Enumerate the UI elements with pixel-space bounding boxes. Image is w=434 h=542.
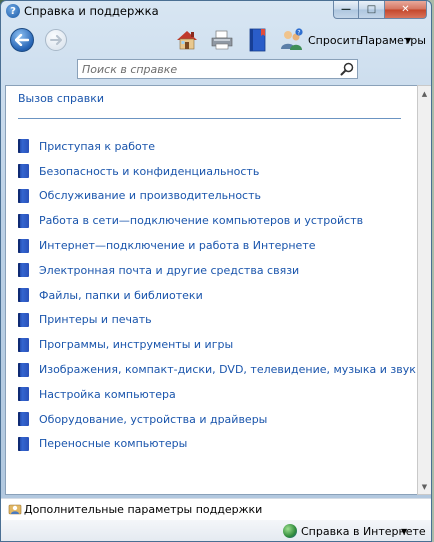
title-bar[interactable]: ? Справка и поддержка — □ ✕ <box>1 1 431 21</box>
forward-arrow-icon <box>50 35 62 45</box>
topic-label: Приступая к работе <box>39 139 155 153</box>
back-button[interactable] <box>10 28 34 52</box>
book-icon <box>18 139 29 154</box>
ask-people-icon: ? <box>281 28 303 50</box>
toolbar: ? Спросить Параметры ▼ <box>1 21 431 59</box>
topic-label: Переносные компьютеры <box>39 437 188 451</box>
search-icon[interactable] <box>340 62 354 76</box>
status-bar: Справка в Интернете ▼ <box>1 520 431 541</box>
globe-icon <box>283 524 297 538</box>
topic-label: Файлы, папки и библиотеки <box>39 288 203 302</box>
book-icon <box>18 238 29 253</box>
options-menu[interactable]: Параметры <box>360 34 426 47</box>
book-icon <box>18 412 29 427</box>
home-button[interactable] <box>174 27 200 53</box>
help-topic-files[interactable]: Файлы, папки и библиотеки <box>18 283 416 308</box>
book-icon <box>18 436 29 451</box>
scroll-up-button[interactable]: ▲ <box>418 86 431 101</box>
help-section-link[interactable]: Вызов справки <box>18 92 104 105</box>
forward-button[interactable] <box>45 29 67 51</box>
window-controls: — □ ✕ <box>333 1 427 19</box>
book-icon <box>18 362 29 377</box>
window-title: Справка и поддержка <box>24 4 159 18</box>
book-icon <box>18 337 29 352</box>
topic-label: Электронная почта и другие средства связ… <box>39 263 300 277</box>
topic-label: Настройка компьютера <box>39 387 176 401</box>
book-icon <box>18 387 29 402</box>
more-support-options-link[interactable]: Дополнительные параметры поддержки <box>24 503 262 516</box>
svg-text:?: ? <box>297 29 300 36</box>
options-dropdown-arrow[interactable]: ▼ <box>405 36 411 45</box>
help-topic-internet[interactable]: Интернет—подключение и работа в Интернет… <box>18 233 416 258</box>
online-help-dropdown-arrow[interactable]: ▼ <box>401 527 407 536</box>
book-icon <box>18 164 29 179</box>
topic-label: Обслуживание и производительность <box>39 189 261 203</box>
topic-label: Программы, инструменты и игры <box>39 338 234 352</box>
help-topic-hardware[interactable]: Оборудование, устройства и драйверы <box>18 407 416 432</box>
printer-icon <box>211 30 233 50</box>
vertical-scrollbar[interactable]: ▲ ▼ <box>417 85 431 495</box>
book-icon <box>18 213 29 228</box>
ask-button[interactable]: ? <box>279 27 305 53</box>
help-content-pane: Вызов справки Приступая к работе Безопас… <box>5 85 417 495</box>
scroll-down-button[interactable]: ▼ <box>418 479 431 494</box>
close-button[interactable]: ✕ <box>385 1 427 19</box>
back-arrow-icon <box>15 34 29 46</box>
support-options-bar: Дополнительные параметры поддержки <box>1 499 431 520</box>
browse-help-icon <box>249 28 266 52</box>
topic-label: Принтеры и печать <box>39 313 152 327</box>
help-window: ? Справка и поддержка — □ ✕ ? Спросить П… <box>0 0 432 542</box>
help-topic-security[interactable]: Безопасность и конфиденциальность <box>18 159 416 184</box>
topic-label: Оборудование, устройства и драйверы <box>39 412 268 426</box>
book-icon <box>18 188 29 203</box>
support-icon <box>8 504 22 515</box>
book-icon <box>18 263 29 278</box>
help-topic-media[interactable]: Изображения, компакт-диски, DVD, телевид… <box>18 357 416 382</box>
help-app-icon: ? <box>6 4 20 18</box>
browse-help-button[interactable] <box>244 27 270 53</box>
book-icon <box>18 312 29 327</box>
help-topics-list: Приступая к работе Безопасность и конфид… <box>18 134 416 456</box>
search-input[interactable] <box>82 62 332 76</box>
help-topic-getting-started[interactable]: Приступая к работе <box>18 134 416 159</box>
help-topic-email[interactable]: Электронная почта и другие средства связ… <box>18 258 416 283</box>
minimize-button[interactable]: — <box>333 1 359 19</box>
section-divider <box>18 118 401 119</box>
home-icon <box>177 31 197 50</box>
maximize-button[interactable]: □ <box>359 1 385 19</box>
print-button[interactable] <box>209 27 235 53</box>
help-topic-programs[interactable]: Программы, инструменты и игры <box>18 332 416 357</box>
topic-label: Изображения, компакт-диски, DVD, телевид… <box>39 363 416 377</box>
search-box <box>77 59 358 79</box>
ask-label[interactable]: Спросить <box>308 34 363 47</box>
help-topic-maintenance[interactable]: Обслуживание и производительность <box>18 184 416 209</box>
help-topic-personalization[interactable]: Настройка компьютера <box>18 382 416 407</box>
topic-label: Безопасность и конфиденциальность <box>39 164 260 178</box>
help-topic-printers[interactable]: Принтеры и печать <box>18 308 416 333</box>
help-topic-networking[interactable]: Работа в сети—подключение компьютеров и … <box>18 208 416 233</box>
topic-label: Интернет—подключение и работа в Интернет… <box>39 239 316 253</box>
topic-label: Работа в сети—подключение компьютеров и … <box>39 214 364 228</box>
help-topic-mobile-pc[interactable]: Переносные компьютеры <box>18 432 416 457</box>
book-icon <box>18 288 29 303</box>
